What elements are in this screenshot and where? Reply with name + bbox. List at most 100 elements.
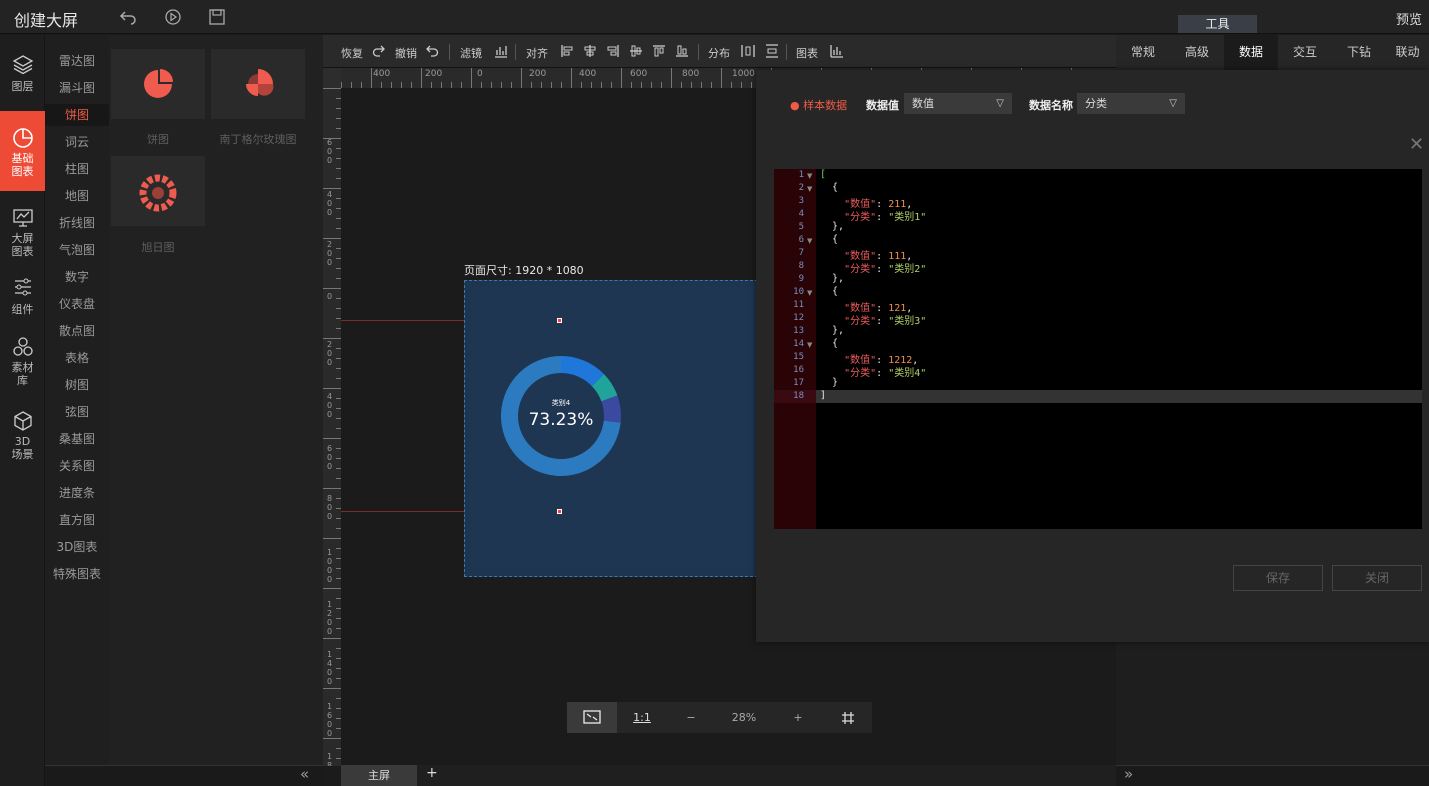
category-map[interactable]: 地图 xyxy=(45,185,109,207)
category-bar[interactable]: 柱图 xyxy=(45,158,109,180)
category-histogram[interactable]: 直方图 xyxy=(45,509,109,531)
align-bottom-icon[interactable] xyxy=(675,44,689,58)
cube-icon xyxy=(13,411,32,431)
category-graph[interactable]: 关系图 xyxy=(45,455,109,477)
category-3d[interactable]: 3D图表 xyxy=(45,536,109,558)
category-chord[interactable]: 弦图 xyxy=(45,401,109,423)
redo-button[interactable]: 恢复 xyxy=(341,45,363,61)
category-sankey[interactable]: 桑基图 xyxy=(45,428,109,450)
save-button[interactable]: 保存 xyxy=(1233,565,1323,591)
grid-toggle-button[interactable] xyxy=(823,702,872,733)
donut-chart[interactable]: 类别4 73.23% xyxy=(495,350,627,482)
tab-interaction[interactable]: 交互 xyxy=(1278,35,1332,70)
category-progress[interactable]: 进度条 xyxy=(45,482,109,504)
fold-arrow-icon[interactable]: ▼ xyxy=(807,185,812,193)
fold-arrow-icon[interactable]: ▼ xyxy=(807,237,812,245)
resize-handle[interactable] xyxy=(557,509,562,514)
filter-button[interactable]: 滤镜 xyxy=(460,45,482,61)
close-button[interactable]: 关闭 xyxy=(1332,565,1422,591)
chart-icon[interactable] xyxy=(830,44,844,58)
line-number: 13 xyxy=(793,326,804,336)
category-wordcloud[interactable]: 词云 xyxy=(45,131,109,153)
ruler-left-label: 4 0 0 xyxy=(327,190,333,217)
rail-item-screen-charts[interactable]: 大屏图表 xyxy=(0,199,45,259)
undo-icon[interactable] xyxy=(119,8,137,26)
sample-data-label[interactable]: ● 样本数据 xyxy=(790,97,847,113)
ruler-left-label: 6 0 0 xyxy=(327,138,333,165)
rail-label: 基础图表 xyxy=(11,152,34,178)
filter-icon[interactable] xyxy=(494,44,508,58)
category-bubble[interactable]: 气泡图 xyxy=(45,239,109,261)
align-right-icon[interactable] xyxy=(606,44,620,58)
ruler-left[interactable]: 6 0 0 4 0 0 2 0 0 0 2 0 0 4 0 0 6 0 0 8 0 0 1 0 … xyxy=(323,88,341,766)
screen-tab-main[interactable]: 主屏 xyxy=(341,765,417,786)
category-number[interactable]: 数字 xyxy=(45,266,109,288)
ruler-left-label: 1 4 0 0 xyxy=(327,650,333,686)
caret-down-icon: ▽ xyxy=(996,98,1004,109)
line-number: 1 xyxy=(798,170,804,180)
undo-button[interactable]: 撤销 xyxy=(395,45,417,61)
tab-advanced[interactable]: 高级 xyxy=(1170,35,1224,70)
rail-item-components[interactable]: 组件 xyxy=(0,268,45,324)
data-name-select[interactable]: 分类 ▽ xyxy=(1077,93,1185,114)
distribute-v-icon[interactable] xyxy=(765,44,779,58)
left-footer xyxy=(45,765,323,786)
align-button[interactable]: 对齐 xyxy=(526,45,548,61)
fold-arrow-icon[interactable]: ▼ xyxy=(807,341,812,349)
collapse-left-icon[interactable]: « xyxy=(300,765,309,783)
rail-item-materials[interactable]: 素材库 xyxy=(0,328,45,390)
align-top-icon[interactable] xyxy=(652,44,666,58)
zoom-out-button[interactable]: − xyxy=(667,702,715,733)
rail-item-layers[interactable]: 图层 xyxy=(0,45,45,101)
thumb-pie[interactable] xyxy=(111,49,205,119)
category-funnel[interactable]: 漏斗图 xyxy=(45,77,109,99)
thumb-label: 饼图 xyxy=(147,133,169,146)
tab-general[interactable]: 常规 xyxy=(1116,35,1170,70)
save-icon[interactable] xyxy=(208,8,226,26)
ruler-left-label: 4 0 0 xyxy=(327,392,333,419)
category-scatter[interactable]: 散点图 xyxy=(45,320,109,342)
redo-icon[interactable] xyxy=(372,44,386,58)
collapse-right-icon[interactable]: » xyxy=(1124,765,1133,783)
tab-data[interactable]: 数据 xyxy=(1224,35,1278,70)
json-value: "类别4" xyxy=(888,368,927,379)
tool-tab[interactable]: 工具 xyxy=(1178,15,1257,33)
category-table[interactable]: 表格 xyxy=(45,347,109,369)
rail-item-basic-charts[interactable]: 基础图表 xyxy=(0,111,45,191)
zoom-in-button[interactable]: + xyxy=(773,702,823,733)
undo-toolbar-icon[interactable] xyxy=(425,44,439,58)
line-number: 3 xyxy=(798,196,804,206)
zoom-level: 28% xyxy=(731,711,757,724)
thumb-nightingale[interactable] xyxy=(211,49,305,119)
fit-screen-button[interactable] xyxy=(567,702,617,733)
fold-arrow-icon[interactable]: ▼ xyxy=(807,172,812,180)
category-tree[interactable]: 树图 xyxy=(45,374,109,396)
resize-handle[interactable] xyxy=(557,318,562,323)
category-line[interactable]: 折线图 xyxy=(45,212,109,234)
chart-button[interactable]: 图表 xyxy=(796,45,818,61)
tab-drilldown[interactable]: 下钻 xyxy=(1332,35,1386,70)
align-left-icon[interactable] xyxy=(560,44,574,58)
play-icon[interactable] xyxy=(164,8,182,26)
distribute-h-icon[interactable] xyxy=(741,44,755,58)
data-value-select[interactable]: 数值 ▽ xyxy=(904,93,1012,114)
rail-item-3d-scene[interactable]: 3D场景 xyxy=(0,402,45,464)
one-to-one-button[interactable]: 1:1 xyxy=(617,702,667,733)
distribute-button[interactable]: 分布 xyxy=(708,45,730,61)
code-line: { xyxy=(820,182,839,193)
close-icon[interactable]: ✕ xyxy=(1409,134,1424,155)
tab-linkage[interactable]: 联动 xyxy=(1386,35,1429,70)
add-screen-button[interactable]: + xyxy=(426,765,438,781)
thumb-sunburst[interactable] xyxy=(111,156,205,226)
json-editor[interactable] xyxy=(774,169,1422,529)
preview-button[interactable]: 预览 xyxy=(1396,9,1422,28)
fold-arrow-icon[interactable]: ▼ xyxy=(807,289,812,297)
category-pie[interactable]: 饼图 xyxy=(45,104,109,126)
category-radar[interactable]: 雷达图 xyxy=(45,50,109,72)
category-special[interactable]: 特殊图表 xyxy=(45,563,109,585)
toolbar: 恢复 撤销 滤镜 对齐 分布 图表 xyxy=(323,35,1116,68)
category-gauge[interactable]: 仪表盘 xyxy=(45,293,109,315)
align-center-h-icon[interactable] xyxy=(583,44,597,58)
align-center-v-icon[interactable] xyxy=(629,44,643,58)
app-title: 创建大屏 xyxy=(14,11,79,30)
